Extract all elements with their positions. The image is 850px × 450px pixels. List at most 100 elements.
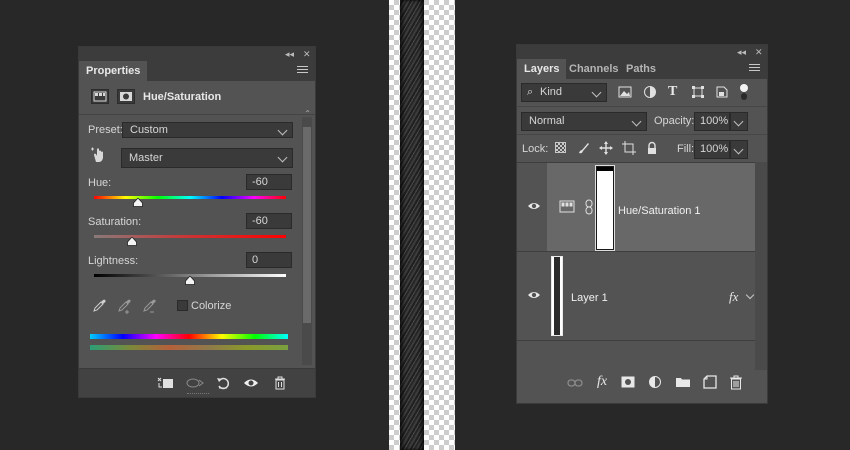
layer-filter-row: ⌕ Kind T bbox=[517, 79, 767, 106]
collapse-icon[interactable]: ◂◂ bbox=[285, 49, 294, 59]
close-icon[interactable]: ✕ bbox=[303, 49, 311, 59]
lightness-input[interactable]: 0 bbox=[246, 252, 292, 268]
opacity-label: Opacity: bbox=[654, 115, 695, 127]
expand-effects-chevron-icon[interactable] bbox=[745, 290, 755, 300]
collapse-icon[interactable]: ◂◂ bbox=[737, 47, 746, 57]
kind-value: Kind bbox=[540, 86, 563, 98]
new-adjustment-layer-icon[interactable] bbox=[648, 375, 662, 389]
tab-channels[interactable]: Channels bbox=[562, 59, 626, 79]
blend-mode-dropdown[interactable]: Normal bbox=[521, 112, 647, 131]
filter-toggle-icon[interactable] bbox=[739, 83, 749, 101]
targeted-adjustment-hand-icon[interactable] bbox=[90, 146, 108, 164]
properties-panel: ◂◂ ✕ Properties Hue/Saturation Preset: C… bbox=[78, 46, 316, 398]
new-layer-icon[interactable] bbox=[703, 375, 717, 389]
resize-grip[interactable] bbox=[187, 393, 209, 396]
panel-top-strip: ◂◂ ✕ bbox=[517, 45, 767, 59]
eyedropper-minus-icon[interactable] bbox=[142, 297, 160, 315]
colorize-label: Colorize bbox=[191, 300, 232, 312]
link-layers-icon[interactable] bbox=[567, 378, 583, 388]
layer-thumbnail[interactable] bbox=[551, 256, 563, 336]
lock-label: Lock: bbox=[522, 143, 549, 155]
blend-mode-value: Normal bbox=[529, 115, 565, 127]
add-layer-style-icon[interactable]: fx bbox=[597, 374, 607, 390]
fill-dropdown-button[interactable] bbox=[730, 140, 748, 159]
saturation-slider-track[interactable] bbox=[94, 235, 286, 238]
blend-row: Normal Opacity: 100% bbox=[517, 106, 767, 135]
hue-slider-thumb[interactable] bbox=[133, 198, 144, 207]
mask-icon[interactable] bbox=[117, 89, 135, 104]
preset-value: Custom bbox=[130, 124, 168, 136]
lock-image-pixels-icon[interactable] bbox=[577, 141, 591, 155]
visibility-eye-icon[interactable] bbox=[527, 290, 541, 300]
properties-scrollbar[interactable] bbox=[302, 117, 312, 365]
search-icon: ⌕ bbox=[527, 86, 534, 98]
properties-tab-bar: Properties bbox=[79, 61, 315, 81]
adjustment-icon[interactable] bbox=[91, 89, 109, 104]
lock-artboard-icon[interactable] bbox=[622, 141, 636, 155]
tab-layers[interactable]: Layers bbox=[517, 59, 567, 79]
smart-object-filter-icon[interactable] bbox=[715, 85, 729, 99]
hue-slider-track[interactable] bbox=[94, 196, 286, 199]
fill-input[interactable]: 100% bbox=[694, 140, 730, 159]
close-icon[interactable]: ✕ bbox=[755, 47, 763, 57]
properties-header: Hue/Saturation bbox=[79, 81, 315, 115]
opacity-dropdown-button[interactable] bbox=[730, 112, 748, 131]
lock-position-icon[interactable] bbox=[599, 141, 613, 155]
delete-trash-icon[interactable] bbox=[272, 375, 288, 391]
eyedropper-icon[interactable] bbox=[92, 297, 108, 313]
layer-mask-thumbnail[interactable] bbox=[596, 166, 614, 250]
kind-filter-dropdown[interactable]: ⌕ Kind bbox=[521, 83, 607, 102]
adjustment-filter-icon[interactable] bbox=[643, 85, 657, 99]
colorize-checkbox[interactable] bbox=[177, 300, 188, 311]
panel-menu-icon[interactable] bbox=[297, 66, 308, 75]
image-filter-icon[interactable] bbox=[618, 85, 632, 99]
lock-transparent-pixels-icon[interactable] bbox=[555, 142, 566, 153]
panel-menu-icon[interactable] bbox=[749, 64, 760, 73]
view-previous-icon[interactable] bbox=[185, 375, 204, 391]
shape-filter-icon[interactable] bbox=[691, 85, 705, 99]
lock-all-icon[interactable] bbox=[645, 141, 659, 155]
preset-dropdown[interactable]: Custom bbox=[122, 122, 293, 138]
saturation-slider-thumb[interactable] bbox=[127, 237, 138, 246]
layer-name[interactable]: Hue/Saturation 1 bbox=[618, 205, 701, 217]
layer-effects-icon[interactable]: fx bbox=[729, 289, 738, 305]
fill-label: Fill: bbox=[677, 143, 695, 155]
mask-link-chain-icon[interactable] bbox=[585, 199, 593, 215]
channel-dropdown[interactable]: Master bbox=[121, 148, 293, 168]
layer-list: Hue/Saturation 1 Layer 1 fx bbox=[517, 162, 755, 371]
layers-footer: fx bbox=[517, 367, 767, 403]
lightness-label: Lightness: bbox=[88, 255, 139, 267]
layer-row-layer-1[interactable]: Layer 1 fx bbox=[517, 252, 755, 341]
visibility-eye-icon[interactable] bbox=[527, 201, 541, 211]
lock-row: Lock: Fill: 100% bbox=[517, 134, 767, 162]
clip-to-layer-icon[interactable] bbox=[157, 375, 173, 391]
properties-title: Hue/Saturation bbox=[143, 91, 222, 103]
panel-top-strip: ◂◂ ✕ bbox=[79, 47, 315, 61]
eyedropper-plus-icon[interactable] bbox=[117, 297, 135, 315]
layer-name[interactable]: Layer 1 bbox=[571, 292, 608, 304]
opacity-input[interactable]: 100% bbox=[694, 112, 730, 131]
tab-paths[interactable]: Paths bbox=[619, 59, 663, 79]
delete-layer-trash-icon[interactable] bbox=[729, 375, 743, 390]
preset-label: Preset: bbox=[88, 124, 123, 136]
new-group-folder-icon[interactable] bbox=[675, 376, 691, 388]
layers-scrollbar[interactable] bbox=[755, 162, 767, 370]
rope-artwork bbox=[400, 0, 424, 450]
type-filter-icon[interactable]: T bbox=[668, 84, 677, 100]
document-canvas[interactable] bbox=[389, 0, 455, 450]
visibility-eye-icon[interactable] bbox=[243, 375, 259, 391]
scrollbar-thumb[interactable] bbox=[303, 127, 311, 323]
lightness-slider-thumb[interactable] bbox=[185, 276, 195, 285]
tab-properties[interactable]: Properties bbox=[79, 61, 148, 81]
saturation-label: Saturation: bbox=[88, 216, 142, 228]
add-mask-icon[interactable] bbox=[621, 376, 635, 388]
saturation-input[interactable]: -60 bbox=[246, 213, 292, 229]
hue-input[interactable]: -60 bbox=[246, 174, 292, 190]
input-color-bar bbox=[90, 334, 288, 339]
reset-icon[interactable] bbox=[215, 375, 231, 391]
channel-value: Master bbox=[129, 152, 163, 164]
layer-row-hue-saturation[interactable]: Hue/Saturation 1 bbox=[517, 163, 755, 252]
adjustment-layer-icon bbox=[559, 200, 575, 213]
scroll-up-icon[interactable]: ⌃ bbox=[304, 109, 311, 118]
hue-label: Hue: bbox=[88, 177, 112, 189]
